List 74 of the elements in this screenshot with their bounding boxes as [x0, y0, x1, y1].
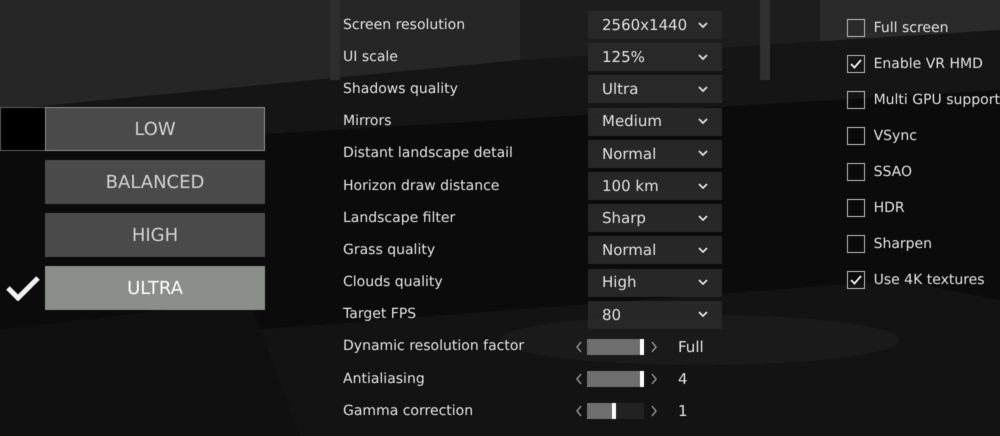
- chevron-down-icon: [698, 118, 708, 126]
- dropdown[interactable]: Normal: [588, 236, 722, 264]
- checkbox[interactable]: [846, 91, 865, 109]
- dropdown-value: Normal: [602, 240, 656, 262]
- chevron-down-icon: [698, 22, 708, 29]
- option-label: HDR: [874, 198, 905, 218]
- dropdown[interactable]: 125%: [588, 43, 722, 72]
- dropdown[interactable]: Ultra: [588, 75, 722, 104]
- option-label: Enable VR HMD: [874, 54, 983, 74]
- setting-label: Screen resolution: [343, 16, 466, 35]
- checkbox[interactable]: [846, 19, 865, 37]
- option-label: Use 4K textures: [874, 270, 985, 290]
- checkbox[interactable]: [846, 55, 865, 73]
- option-label: VSync: [874, 126, 917, 146]
- chevron-down-icon: [698, 311, 708, 318]
- dropdown[interactable]: 100 km: [588, 172, 722, 200]
- setting-label: Grass quality: [343, 240, 436, 260]
- checkbox[interactable]: [846, 127, 865, 145]
- chevron-down-icon: [698, 150, 708, 158]
- checkbox[interactable]: [846, 163, 865, 181]
- setting-value: 4: [678, 368, 688, 390]
- setting-label: Clouds quality: [343, 273, 444, 292]
- dropdown[interactable]: 80: [588, 300, 722, 329]
- option-label: Full screen: [874, 18, 949, 38]
- option-label: SSAO: [874, 162, 912, 182]
- slider[interactable]: [587, 338, 644, 355]
- setting-label: Shadows quality: [343, 80, 459, 99]
- dropdown[interactable]: 2560x1440: [588, 11, 722, 40]
- chevron-right-icon[interactable]: [650, 373, 658, 386]
- chevron-right-icon[interactable]: [650, 340, 658, 353]
- chevron-down-icon: [698, 279, 708, 286]
- dropdown-value: 2560x1440: [602, 14, 688, 36]
- preset-button[interactable]: HIGH: [45, 213, 265, 257]
- chevron-down-icon: [698, 86, 708, 93]
- dropdown[interactable]: Normal: [588, 140, 722, 168]
- chevron-left-icon[interactable]: [575, 340, 583, 353]
- setting-label: Horizon draw distance: [343, 176, 500, 196]
- setting-label: Gamma correction: [343, 402, 474, 421]
- chevron-down-icon: [698, 246, 708, 254]
- dropdown-value: Sharp: [602, 208, 646, 229]
- setting-label: Distant landscape detail: [343, 144, 514, 164]
- checkbox[interactable]: [846, 235, 865, 253]
- option-label: Sharpen: [874, 234, 932, 254]
- dropdown[interactable]: Medium: [588, 108, 722, 136]
- setting-label: Antialiasing: [343, 370, 426, 389]
- setting-value: Full: [678, 336, 704, 358]
- setting-label: Landscape filter: [343, 208, 456, 228]
- dropdown-value: High: [602, 272, 636, 294]
- dropdown[interactable]: Sharp: [588, 204, 722, 232]
- dropdown-value: Ultra: [602, 79, 638, 100]
- chevron-right-icon[interactable]: [650, 405, 658, 418]
- dropdown-value: 125%: [602, 47, 645, 68]
- dropdown-value: 80: [602, 304, 622, 326]
- slider[interactable]: [587, 403, 616, 420]
- chevron-left-icon[interactable]: [575, 373, 583, 386]
- checkbox[interactable]: [846, 199, 865, 217]
- chevron-down-icon: [698, 214, 708, 222]
- preset-button[interactable]: LOW: [45, 107, 265, 151]
- chevron-down-icon: [698, 182, 708, 190]
- setting-label: Target FPS: [343, 305, 418, 324]
- dropdown-value: Medium: [602, 111, 662, 132]
- chevron-down-icon: [698, 54, 708, 61]
- setting-label: Mirrors: [343, 112, 393, 132]
- dropdown[interactable]: High: [588, 268, 722, 297]
- setting-label: Dynamic resolution factor: [343, 337, 526, 356]
- option-label: Multi GPU support: [874, 90, 1000, 110]
- setting-label: UI scale: [343, 48, 399, 67]
- preset-button[interactable]: BALANCED: [45, 160, 265, 204]
- dropdown-value: Normal: [602, 144, 656, 165]
- dropdown-value: 100 km: [602, 176, 659, 197]
- chevron-left-icon[interactable]: [575, 405, 583, 418]
- setting-value: 1: [678, 401, 688, 422]
- checkbox[interactable]: [846, 271, 865, 289]
- slider[interactable]: [587, 371, 644, 388]
